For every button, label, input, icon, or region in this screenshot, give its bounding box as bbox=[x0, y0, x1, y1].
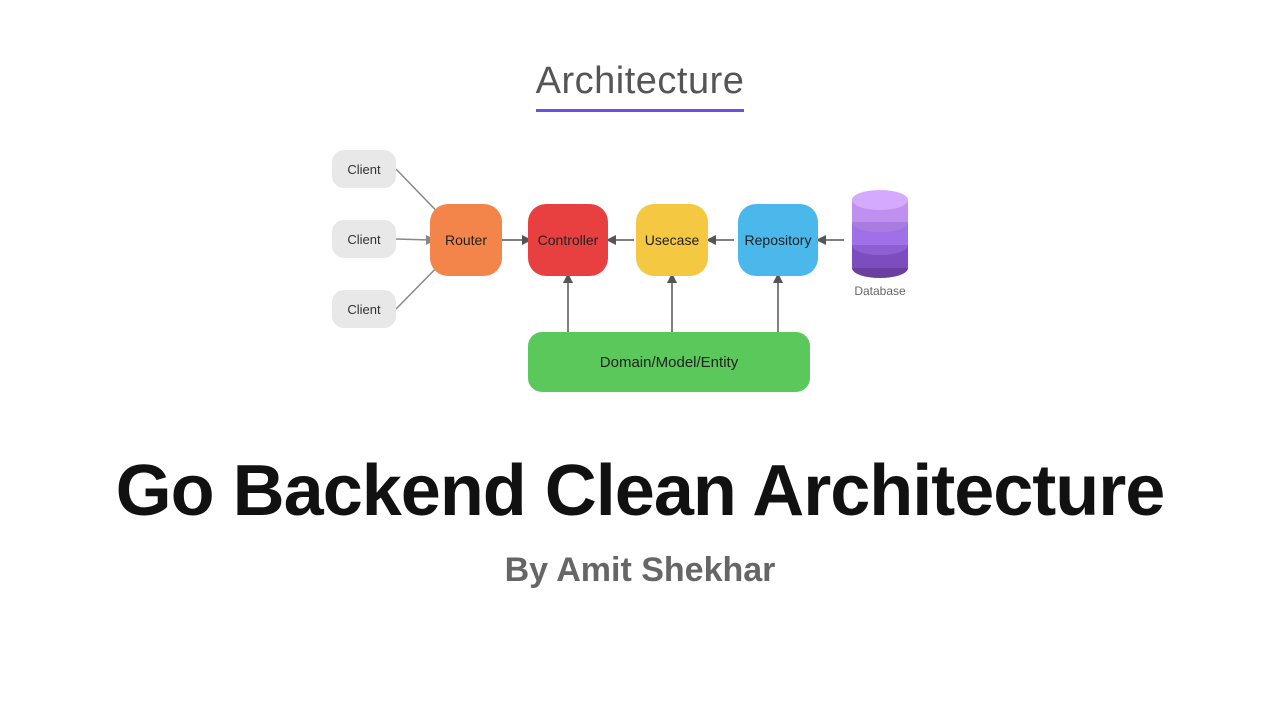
architecture-title: Architecture bbox=[536, 60, 745, 112]
database-icon: Database bbox=[844, 190, 916, 298]
architecture-diagram: Client Client Client Router Controller U… bbox=[320, 142, 960, 412]
main-title: Go Backend Clean Architecture bbox=[116, 452, 1165, 531]
usecase-component: Usecase bbox=[636, 204, 708, 276]
domain-component: Domain/Model/Entity bbox=[528, 332, 810, 392]
client-node-mid: Client bbox=[332, 220, 396, 258]
bottom-section: Go Backend Clean Architecture By Amit Sh… bbox=[116, 452, 1165, 590]
subtitle: By Amit Shekhar bbox=[116, 551, 1165, 590]
database-label: Database bbox=[854, 284, 905, 298]
repository-component: Repository bbox=[738, 204, 818, 276]
client-node-top: Client bbox=[332, 150, 396, 188]
controller-component: Controller bbox=[528, 204, 608, 276]
client-node-bot: Client bbox=[332, 290, 396, 328]
architecture-section: Architecture bbox=[0, 60, 1280, 412]
router-component: Router bbox=[430, 204, 502, 276]
